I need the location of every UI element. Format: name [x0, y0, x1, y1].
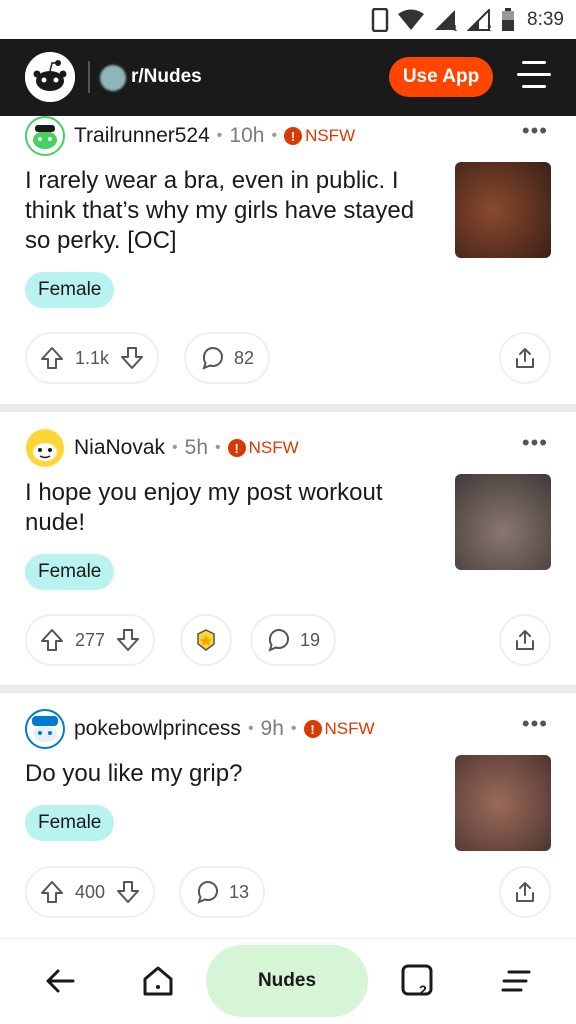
- home-icon[interactable]: [138, 961, 178, 1001]
- nsfw-label: NSFW: [324, 719, 375, 738]
- post-card[interactable]: NiaNovak • 5h • ! NSFW ••• I hope you enj…: [0, 428, 576, 688]
- separator-dot: •: [247, 720, 254, 737]
- comment-count: 82: [234, 347, 255, 368]
- separator-dot: •: [271, 127, 278, 144]
- share-icon: [516, 630, 534, 650]
- comments-button[interactable]: 19: [250, 614, 337, 666]
- header-divider: [88, 61, 90, 93]
- post-age: 9h: [260, 717, 284, 740]
- tabs-count: 2: [419, 982, 427, 998]
- post-title[interactable]: I rarely wear a bra, even in public. I t…: [25, 166, 435, 256]
- post-age: 10h: [229, 124, 265, 147]
- post-meta: Trailrunner524 • 10h • ! NSFW: [25, 116, 355, 156]
- comment-icon: [197, 881, 218, 904]
- separator-dot: •: [172, 439, 178, 456]
- post-divider: [0, 685, 576, 693]
- post-thumbnail[interactable]: [455, 755, 551, 851]
- post-author[interactable]: NiaNovak: [74, 436, 165, 460]
- status-bar: 1 2 8:39: [0, 0, 576, 39]
- user-avatar-icon[interactable]: [25, 428, 65, 468]
- upvote-icon[interactable]: [39, 879, 65, 905]
- share-icon: [516, 882, 534, 902]
- subreddit-avatar[interactable]: [100, 65, 126, 91]
- more-options-icon[interactable]: •••: [522, 711, 548, 737]
- app-header: r/Nudes Use App: [0, 39, 576, 116]
- wifi-icon: [398, 9, 425, 30]
- alert-icon: !: [227, 439, 246, 457]
- more-options-icon[interactable]: •••: [522, 430, 548, 456]
- post-meta: NiaNovak • 5h • ! NSFW: [25, 428, 299, 468]
- post-author[interactable]: Trailrunner524: [74, 124, 210, 148]
- separator-dot: •: [216, 127, 223, 144]
- back-arrow-icon[interactable]: [40, 961, 80, 1001]
- vibrate-icon: [371, 8, 389, 32]
- alert-icon: !: [284, 127, 303, 145]
- comment-icon: [202, 347, 223, 370]
- vote-control: 400: [25, 866, 156, 918]
- post-card[interactable]: pokebowlprincess • 9h • ! NSFW ••• Do you…: [0, 709, 576, 939]
- comment-icon: [268, 629, 289, 652]
- bottom-nav: Nudes 2: [0, 938, 576, 1024]
- clock: 8:39: [527, 9, 564, 30]
- separator-dot: •: [290, 720, 297, 737]
- vote-control: 1.1k: [25, 332, 160, 384]
- subreddit-name[interactable]: r/Nudes: [131, 66, 202, 88]
- upvote-icon[interactable]: [39, 627, 65, 653]
- downvote-icon[interactable]: [115, 879, 141, 905]
- post-flair[interactable]: Female: [25, 272, 115, 308]
- overflow-menu-icon[interactable]: [496, 961, 536, 1001]
- post-flair[interactable]: Female: [25, 554, 115, 590]
- post-title[interactable]: Do you like my grip?: [25, 759, 435, 789]
- award-icon: [197, 629, 215, 651]
- downvote-icon[interactable]: [119, 345, 145, 371]
- share-button[interactable]: [499, 332, 551, 384]
- post-card[interactable]: Trailrunner524 • 10h • ! NSFW ••• I rarel…: [0, 116, 576, 406]
- share-icon: [516, 348, 534, 368]
- comments-button[interactable]: 13: [179, 866, 266, 918]
- comment-count: 13: [229, 881, 250, 902]
- comment-count: 19: [300, 629, 321, 650]
- share-button[interactable]: [499, 614, 551, 666]
- comments-button[interactable]: 82: [184, 332, 271, 384]
- battery-icon: [502, 8, 515, 31]
- post-thumbnail[interactable]: [455, 474, 551, 570]
- user-avatar-icon[interactable]: [25, 709, 65, 749]
- vote-control: 277: [25, 614, 156, 666]
- vote-count: 1.1k: [75, 347, 110, 368]
- award-button[interactable]: [180, 614, 232, 666]
- menu-icon[interactable]: [517, 61, 551, 95]
- post-divider: [0, 404, 576, 412]
- signal-2-icon: 2: [467, 9, 492, 31]
- share-button[interactable]: [499, 866, 551, 918]
- post-age: 5h: [184, 436, 209, 459]
- separator-dot: •: [215, 439, 221, 456]
- nsfw-badge: ! NSFW: [284, 126, 355, 146]
- use-app-button[interactable]: Use App: [389, 57, 493, 97]
- alert-icon: !: [303, 720, 322, 738]
- nsfw-label: NSFW: [305, 126, 356, 145]
- nsfw-label: NSFW: [248, 438, 299, 457]
- post-title[interactable]: I hope you enjoy my post workout nude!: [25, 478, 435, 538]
- signal-1-icon: 1: [435, 10, 458, 31]
- reddit-logo-icon[interactable]: [25, 52, 75, 102]
- svg-text:2: 2: [487, 24, 492, 31]
- user-avatar-icon[interactable]: [25, 116, 65, 156]
- nsfw-badge: ! NSFW: [303, 719, 375, 739]
- svg-text:1: 1: [453, 24, 458, 31]
- post-thumbnail[interactable]: [455, 162, 551, 258]
- more-options-icon[interactable]: •••: [522, 118, 548, 144]
- post-meta: pokebowlprincess • 9h • ! NSFW: [25, 709, 375, 749]
- upvote-icon[interactable]: [39, 345, 65, 371]
- post-flair[interactable]: Female: [25, 805, 115, 841]
- post-author[interactable]: pokebowlprincess: [74, 717, 241, 741]
- tabs-icon[interactable]: 2: [398, 961, 438, 1001]
- vote-count: 277: [75, 629, 106, 650]
- status-icons: 1 2 8:39: [371, 8, 564, 32]
- nsfw-badge: ! NSFW: [227, 438, 299, 458]
- vote-count: 400: [75, 881, 106, 902]
- community-tab[interactable]: Nudes: [206, 945, 368, 1017]
- downvote-icon[interactable]: [115, 627, 141, 653]
